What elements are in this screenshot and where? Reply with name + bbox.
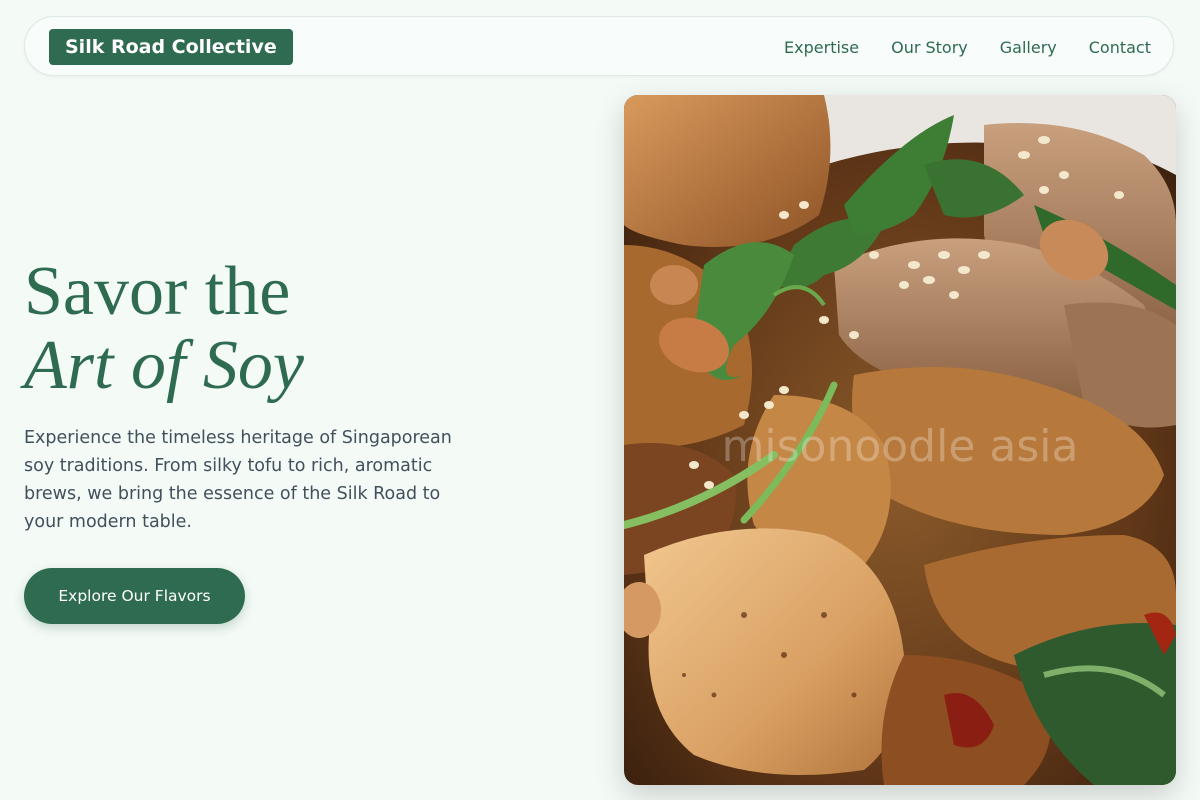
nav-link-our-story[interactable]: Our Story: [891, 38, 968, 57]
nav-link-contact[interactable]: Contact: [1089, 38, 1151, 57]
hero-title-line1: Savor the: [24, 253, 291, 330]
nav-link-expertise[interactable]: Expertise: [784, 38, 859, 57]
hero-description: Experience the timeless heritage of Sing…: [24, 428, 452, 532]
image-watermark: misonoodle asia: [721, 421, 1079, 472]
hero-food-image: misonoodle asia: [624, 95, 1176, 785]
nav-link-gallery[interactable]: Gallery: [1000, 38, 1057, 57]
hero-title-line2: Art of Soy: [24, 327, 304, 404]
hero-title: Savor the Art of Soy: [24, 255, 304, 403]
site-header: Silk Road Collective Expertise Our Story…: [24, 16, 1174, 76]
main-nav: Expertise Our Story Gallery Contact: [784, 17, 1151, 77]
explore-flavors-button[interactable]: Explore Our Flavors: [24, 568, 245, 624]
brand-logo[interactable]: Silk Road Collective: [49, 29, 293, 65]
